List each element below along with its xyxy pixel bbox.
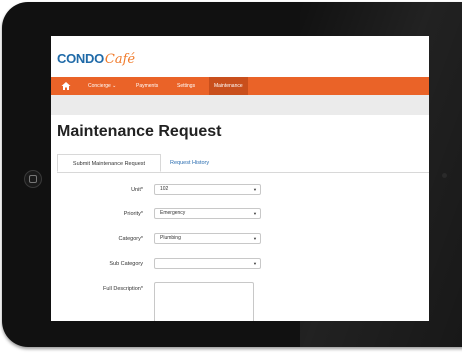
tablet-frame: CONDO Café Concierge ⌄ Payments Settings…: [0, 0, 462, 353]
sub-category-label: Sub Category: [109, 261, 143, 267]
nav-item-settings[interactable]: Settings: [177, 77, 195, 95]
app-screen: CONDO Café Concierge ⌄ Payments Settings…: [51, 36, 429, 321]
priority-value: Emergency: [160, 210, 186, 216]
chevron-down-icon: ▼: [253, 187, 257, 192]
nav-item-maintenance[interactable]: Maintenance: [209, 77, 248, 95]
subheader-band: [51, 95, 429, 115]
page-title: Maintenance Request: [57, 123, 222, 140]
tab-request-history[interactable]: Request History: [165, 154, 214, 172]
sub-category-select[interactable]: ▼: [154, 258, 261, 269]
nav-item-payments[interactable]: Payments: [136, 77, 158, 95]
unit-label: Unit*: [131, 187, 143, 193]
chevron-down-icon: ▼: [253, 261, 257, 266]
category-value: Plumbing: [160, 235, 181, 241]
tab-submit-maintenance-request[interactable]: Submit Maintenance Request: [57, 154, 161, 172]
logo-script-text: Café: [104, 52, 136, 67]
full-description-textarea[interactable]: [154, 282, 254, 321]
home-icon[interactable]: [61, 81, 71, 91]
category-select[interactable]: Plumbing ▼: [154, 233, 261, 244]
priority-select[interactable]: Emergency ▼: [154, 208, 261, 219]
chevron-down-icon: ▼: [253, 211, 257, 216]
chevron-down-icon: ▼: [253, 236, 257, 241]
priority-label: Priority*: [123, 211, 143, 217]
unit-value: 102: [160, 186, 169, 192]
nav-item-concierge[interactable]: Concierge ⌄: [88, 77, 116, 95]
logo-main-text: CONDO: [57, 51, 104, 66]
tablet-home-button[interactable]: [24, 170, 42, 188]
main-navbar: Concierge ⌄ Payments Settings Maintenanc…: [51, 77, 429, 95]
condo-cafe-logo[interactable]: CONDO Café: [57, 51, 135, 69]
tablet-camera: [442, 173, 447, 178]
full-description-label: Full Description*: [102, 286, 143, 292]
unit-select[interactable]: 102 ▼: [154, 184, 261, 195]
category-label: Category*: [118, 236, 143, 242]
